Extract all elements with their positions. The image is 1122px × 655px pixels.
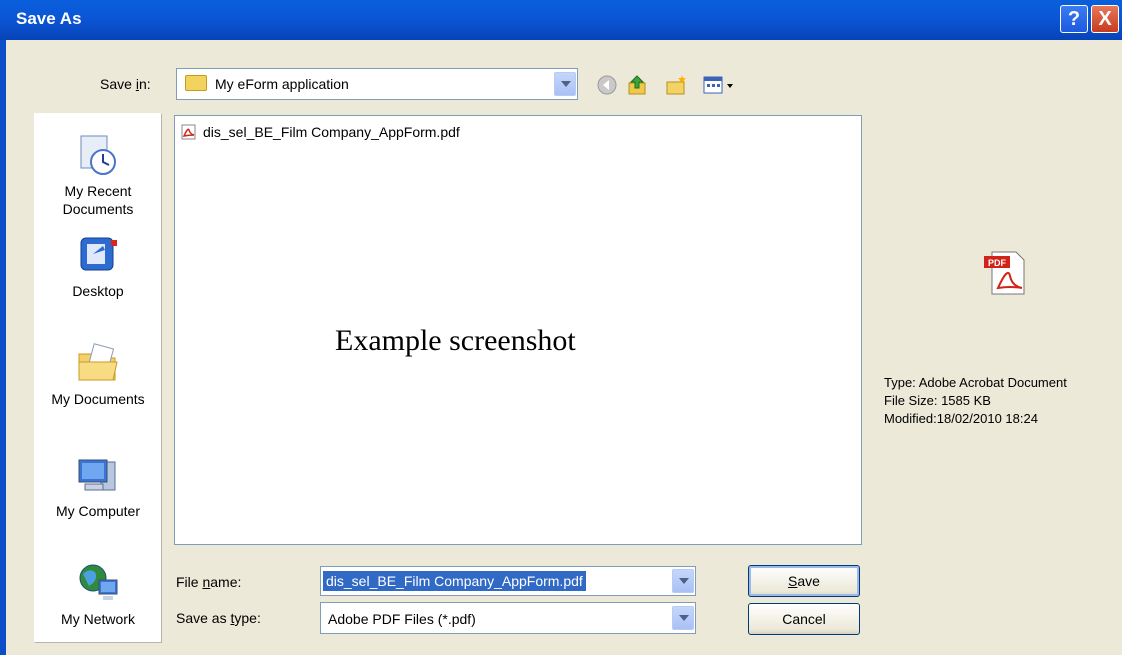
my-computer-icon bbox=[78, 459, 116, 491]
views-menu-icon[interactable] bbox=[702, 74, 738, 96]
my-network-icon bbox=[79, 564, 118, 600]
file-name-label: File name: bbox=[176, 574, 242, 590]
chevron-down-icon[interactable] bbox=[672, 606, 694, 630]
close-button[interactable]: X bbox=[1091, 5, 1119, 33]
file-name-text: dis_sel_BE_Film Company_AppForm.pdf bbox=[203, 124, 460, 140]
svg-text:PDF: PDF bbox=[988, 258, 1007, 268]
save-as-type-label: Save as type: bbox=[176, 610, 261, 626]
save-as-type-dropdown[interactable]: Adobe PDF Files (*.pdf) bbox=[320, 602, 696, 634]
places-item-my-computer[interactable]: My Computer bbox=[35, 452, 161, 520]
places-item-label: My Network bbox=[61, 611, 135, 627]
save-in-label: Save in: bbox=[100, 76, 151, 92]
my-documents-icon bbox=[78, 343, 118, 381]
save-in-dropdown[interactable]: My eForm application bbox=[176, 68, 578, 100]
save-as-type-value: Adobe PDF Files (*.pdf) bbox=[328, 611, 476, 627]
recent-documents-icon bbox=[80, 135, 116, 175]
places-item-label: My Documents bbox=[51, 391, 145, 407]
file-name-input[interactable]: dis_sel_BE_Film Company_AppForm.pdf bbox=[320, 566, 696, 596]
new-folder-icon[interactable] bbox=[665, 74, 687, 96]
chevron-down-icon[interactable] bbox=[554, 72, 576, 96]
window-title: Save As bbox=[16, 9, 82, 28]
watermark-text: Example screenshot bbox=[335, 324, 576, 357]
file-list[interactable]: dis_sel_BE_Film Company_AppForm.pdf Exam… bbox=[174, 115, 862, 545]
pdf-file-icon bbox=[181, 124, 196, 140]
places-item-label: My Recent Documents bbox=[62, 183, 134, 217]
places-item-my-documents[interactable]: My Documents bbox=[35, 340, 161, 408]
file-modified-text: Modified:18/02/2010 18:24 bbox=[884, 411, 1038, 426]
back-icon[interactable] bbox=[596, 74, 618, 96]
help-button[interactable]: ? bbox=[1060, 5, 1088, 33]
save-button[interactable]: Save bbox=[748, 565, 860, 597]
up-folder-icon[interactable] bbox=[626, 74, 648, 96]
chevron-down-icon[interactable] bbox=[672, 569, 694, 593]
save-in-value: My eForm application bbox=[215, 76, 349, 92]
file-type-text: Type: Adobe Acrobat Document bbox=[884, 375, 1067, 390]
places-item-recent-documents[interactable]: My Recent Documents bbox=[35, 132, 161, 218]
adobe-pdf-icon: PDF bbox=[984, 251, 1025, 295]
file-preview-info: Type: Adobe Acrobat Document File Size: … bbox=[884, 374, 1067, 428]
cancel-button[interactable]: Cancel bbox=[748, 603, 860, 635]
file-name-value: dis_sel_BE_Film Company_AppForm.pdf bbox=[323, 571, 586, 591]
places-item-label: My Computer bbox=[55, 503, 141, 519]
desktop-icon bbox=[80, 237, 117, 271]
folder-icon bbox=[185, 75, 207, 91]
window-border bbox=[0, 40, 6, 655]
places-bar: My Recent Documents Desktop My Documents… bbox=[34, 113, 162, 643]
places-item-label: Desktop bbox=[72, 283, 124, 299]
places-item-desktop[interactable]: Desktop bbox=[35, 232, 161, 300]
title-bar[interactable]: Save As ? X bbox=[0, 0, 1122, 40]
file-size-text: File Size: 1585 KB bbox=[884, 393, 991, 408]
list-item[interactable]: dis_sel_BE_Film Company_AppForm.pdf bbox=[181, 122, 460, 142]
places-item-my-network[interactable]: My Network bbox=[35, 560, 161, 628]
